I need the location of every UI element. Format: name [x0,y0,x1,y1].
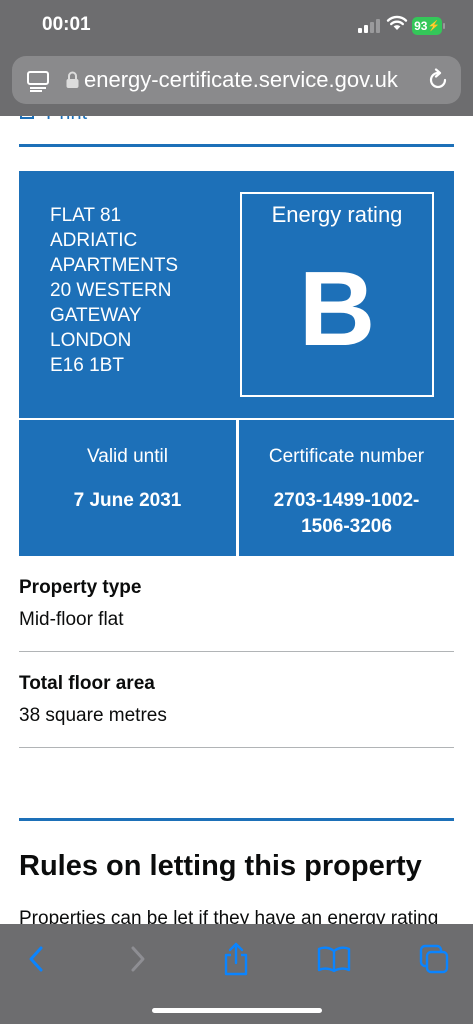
forward-button[interactable] [118,942,158,976]
property-type-value: Mid-floor flat [19,609,124,630]
address-line: 20 WESTERN [50,280,172,301]
valid-until-label: Valid until [87,446,168,467]
print-link[interactable]: Print [20,116,87,125]
property-address: FLAT 81 ADRIATIC APARTMENTS 20 WESTERN G… [50,203,225,378]
summary-divider [19,747,454,748]
back-icon [29,946,43,972]
epc-summary-panel: FLAT 81 ADRIATIC APARTMENTS 20 WESTERN G… [19,171,454,418]
url-text[interactable]: energy-certificate.service.gov.uk [84,67,430,93]
letting-rules-text: Properties can be let if they have an en… [19,908,439,924]
print-link-label: Print [46,116,87,124]
certificate-number-label: Certificate number [268,446,425,467]
cellular-signal-icon [358,19,382,33]
certificate-number-cell: Certificate number 2703-1499-1002-1506-3… [239,420,454,556]
share-icon [224,942,248,976]
section-divider [19,144,454,147]
browser-header: 00:01 93 ⚡ energy-certificate.service.go… [0,0,473,116]
address-line: E16 1BT [50,355,124,376]
reload-icon[interactable] [426,68,450,92]
floor-area-label: Total floor area [19,673,155,694]
property-type-label: Property type [19,577,142,598]
address-line: GATEWAY [50,305,142,326]
status-time: 00:01 [42,14,91,35]
tabs-icon [419,944,449,974]
back-button[interactable] [16,942,56,976]
browser-toolbar [0,924,473,1024]
lock-icon [66,71,79,88]
address-line: ADRIATIC [50,230,138,251]
print-icon [20,116,34,119]
battery-tip [443,23,445,29]
energy-rating-box: Energy rating B [240,192,434,397]
share-button[interactable] [216,942,256,976]
letting-rules-heading: Rules on letting this property [19,850,422,882]
summary-divider [19,651,454,652]
tabs-button[interactable] [414,942,454,976]
address-bar[interactable]: energy-certificate.service.gov.uk [12,56,461,104]
valid-until-cell: Valid until 7 June 2031 [19,420,236,556]
address-line: APARTMENTS [50,255,179,276]
energy-rating-letter: B [298,250,376,368]
valid-until-value: 7 June 2031 [73,490,182,511]
floor-area-value: 38 square metres [19,705,167,726]
address-line: FLAT 81 [50,205,122,226]
energy-rating-label: Energy rating [271,202,403,227]
reader-mode-icon[interactable] [26,70,50,92]
section-divider [19,818,454,821]
certificate-number-value: 2703-1499-1002-1506-3206 [273,490,420,537]
home-indicator [152,1008,322,1013]
battery-indicator: 93 ⚡ [412,17,442,35]
page-content: Print FLAT 81 ADRIATIC APARTMENTS 20 WES… [0,116,473,924]
screen: 00:01 93 ⚡ energy-certificate.service.go… [0,0,473,1024]
bookmarks-icon [317,946,351,973]
wifi-icon [386,15,408,30]
bookmarks-button[interactable] [314,942,354,976]
forward-icon [131,946,145,972]
address-line: LONDON [50,330,132,351]
battery-level: 93 [414,19,428,33]
